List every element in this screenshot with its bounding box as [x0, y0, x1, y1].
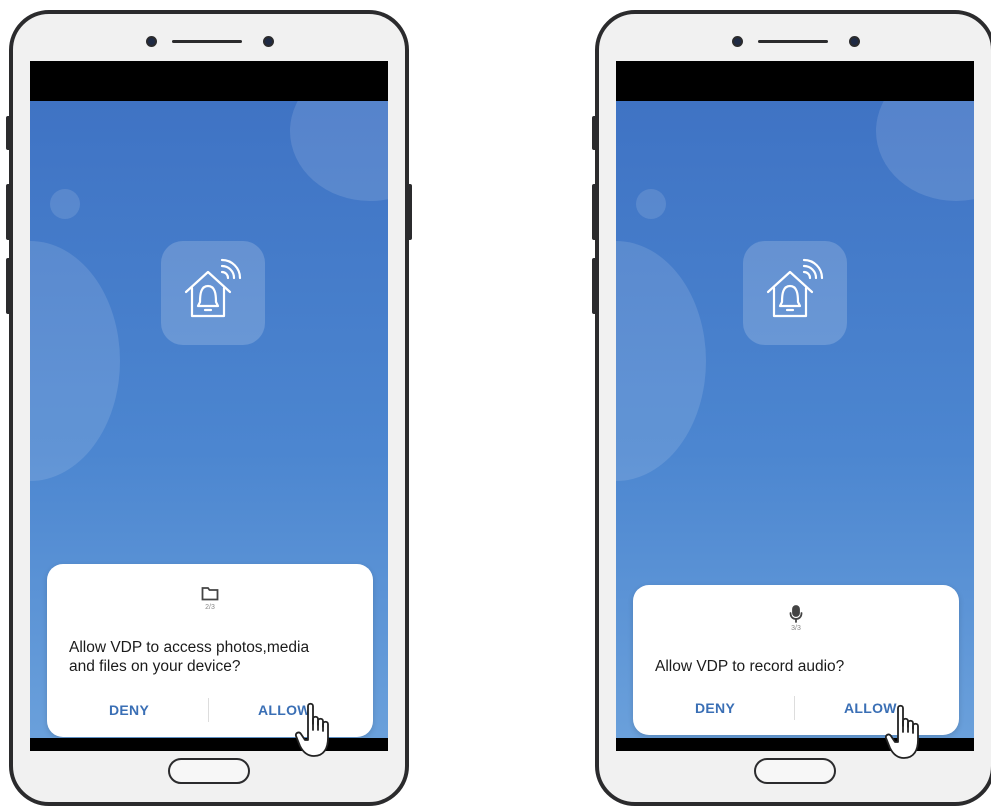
screen: 2/3 Allow VDP to access photos,media and… — [30, 61, 388, 751]
house-bell-wifi-icon — [161, 241, 265, 345]
phone-left: 2/3 Allow VDP to access photos,media and… — [6, 10, 412, 806]
bg-bubble — [290, 101, 388, 201]
bg-bubble — [876, 101, 974, 201]
front-sensor — [849, 36, 860, 47]
front-sensor — [263, 36, 274, 47]
permission-message: Allow VDP to record audio? — [655, 657, 941, 676]
bg-bubble — [616, 241, 706, 481]
volume-down-button — [592, 184, 597, 240]
volume-up-button — [6, 116, 11, 150]
side-button — [592, 258, 597, 314]
volume-down-button — [6, 184, 11, 240]
bg-bubble — [636, 189, 666, 219]
microphone-icon — [633, 605, 959, 623]
hand-pointer-icon — [294, 702, 340, 760]
power-button — [407, 184, 412, 240]
button-divider — [208, 698, 209, 722]
home-button[interactable] — [168, 758, 250, 784]
hand-pointer-icon — [884, 704, 930, 762]
permission-message-line: Allow VDP to record audio? — [655, 658, 845, 675]
side-button — [6, 258, 11, 314]
deny-button[interactable]: DENY — [109, 702, 149, 718]
front-camera — [146, 36, 157, 47]
screen: 3/3 Allow VDP to record audio? DENY ALLO… — [616, 61, 974, 751]
folder-icon — [47, 586, 373, 601]
permission-counter: 3/3 — [791, 625, 801, 632]
status-bar — [616, 61, 974, 101]
button-divider — [794, 696, 795, 720]
permission-counter: 2/3 — [205, 604, 215, 611]
bg-bubble — [30, 241, 120, 481]
permission-message: Allow VDP to access photos,media and fil… — [69, 638, 355, 676]
deny-button[interactable]: DENY — [695, 700, 735, 716]
earpiece-speaker — [172, 40, 242, 43]
volume-up-button — [592, 116, 597, 150]
home-button[interactable] — [754, 758, 836, 784]
bg-bubble — [50, 189, 80, 219]
house-bell-wifi-icon — [743, 241, 847, 345]
permission-message-line: and files on your device? — [69, 658, 241, 675]
earpiece-speaker — [758, 40, 828, 43]
phone-right: 3/3 Allow VDP to record audio? DENY ALLO… — [592, 10, 991, 806]
front-camera — [732, 36, 743, 47]
permission-message-line: Allow VDP to access photos,media — [69, 639, 310, 656]
status-bar — [30, 61, 388, 101]
